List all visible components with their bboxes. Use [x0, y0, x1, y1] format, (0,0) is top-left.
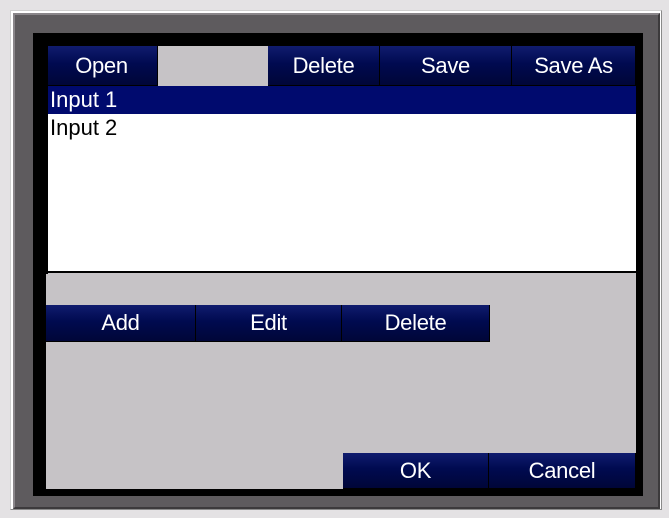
list-left-edge: [46, 46, 48, 274]
add-button[interactable]: Add: [46, 305, 196, 342]
list-item-input-1[interactable]: Input 1: [46, 86, 636, 114]
file-delete-button[interactable]: Delete: [268, 46, 380, 86]
cancel-button[interactable]: Cancel: [489, 453, 636, 489]
edit-button[interactable]: Edit: [196, 305, 342, 342]
ok-button[interactable]: OK: [343, 453, 489, 489]
save-as-button[interactable]: Save As: [512, 46, 636, 86]
save-button[interactable]: Save: [380, 46, 512, 86]
input-list[interactable]: Input 1 Input 2: [46, 86, 636, 273]
item-delete-button[interactable]: Delete: [342, 305, 490, 342]
list-item-input-2[interactable]: Input 2: [46, 114, 636, 142]
open-button[interactable]: Open: [46, 46, 158, 86]
toolbar-blank-slot: [158, 46, 268, 86]
